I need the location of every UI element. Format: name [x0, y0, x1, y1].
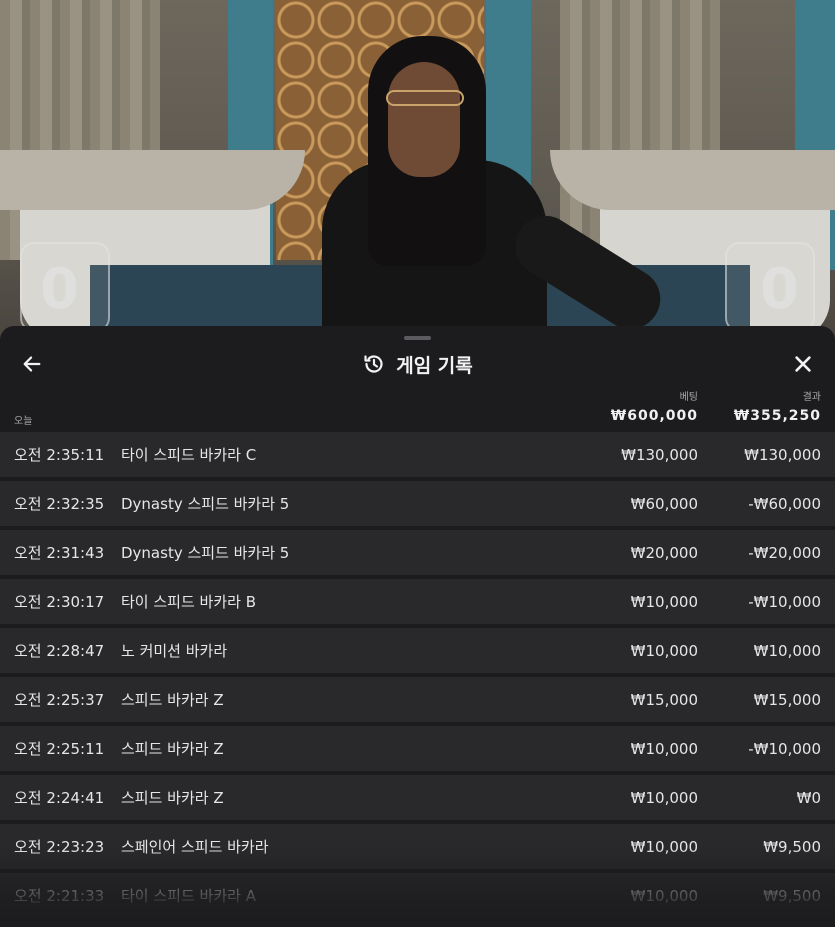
row-result: -₩20,000	[748, 543, 821, 562]
history-clock-icon	[364, 355, 383, 373]
row-time: 오전 2:25:11	[14, 740, 105, 758]
row-result: -₩60,000	[748, 494, 821, 513]
result-column-header: 결과	[802, 392, 821, 403]
row-result: -₩10,000	[748, 592, 821, 611]
row-result: ₩9,500	[763, 886, 821, 905]
drag-handle[interactable]	[404, 336, 431, 340]
history-row[interactable]: 오전 2:25:11 스피드 바카라 Z ₩10,000 -₩10,000	[0, 726, 835, 771]
shoe-count-right: 0	[760, 257, 799, 322]
row-bet: ₩15,000	[630, 690, 698, 709]
dealer-face	[388, 62, 460, 177]
live-dealer-video: 0 0	[0, 0, 835, 340]
row-result: ₩0	[796, 788, 821, 807]
row-time: 오전 2:32:35	[14, 495, 105, 513]
row-time: 오전 2:30:17	[14, 593, 105, 611]
row-game: Dynasty 스피드 바카라 5	[121, 544, 290, 562]
total-result: ₩355,250	[733, 408, 821, 424]
history-row[interactable]: 오전 2:31:43 Dynasty 스피드 바카라 5 ₩20,000 -₩2…	[0, 530, 835, 575]
row-game: 노 커미션 바카라	[121, 642, 228, 660]
row-time: 오전 2:31:43	[14, 544, 105, 562]
row-bet: ₩20,000	[630, 543, 698, 562]
history-row[interactable]: 오전 2:32:35 Dynasty 스피드 바카라 5 ₩60,000 -₩6…	[0, 481, 835, 526]
history-row[interactable]: 오전 2:21:33 타이 스피드 바카라 A ₩10,000 ₩9,500	[0, 873, 835, 918]
close-x-icon	[795, 356, 811, 372]
bet-column-header: 베팅	[679, 392, 698, 403]
row-bet: ₩10,000	[630, 886, 698, 905]
table-top-right	[550, 150, 835, 210]
sheet-title-group: 게임 기록	[0, 346, 835, 382]
dealer-glasses	[386, 90, 464, 106]
history-row[interactable]: 오전 2:24:41 스피드 바카라 Z ₩10,000 ₩0	[0, 775, 835, 820]
row-game: 타이 스피드 바카라 A	[121, 887, 256, 905]
row-game: 스피드 바카라 Z	[121, 789, 224, 807]
history-list: 오전 2:35:11 타이 스피드 바카라 C ₩130,000 ₩130,00…	[0, 432, 835, 922]
row-time: 오전 2:28:47	[14, 642, 105, 660]
row-result: -₩10,000	[748, 739, 821, 758]
row-time: 오전 2:21:33	[14, 887, 105, 905]
sheet-header: 게임 기록	[0, 346, 835, 382]
row-game: Dynasty 스피드 바카라 5	[121, 495, 290, 513]
history-row[interactable]: 오전 2:28:47 노 커미션 바카라 ₩10,000 ₩10,000	[0, 628, 835, 673]
row-game: 타이 스피드 바카라 B	[121, 593, 256, 611]
row-time: 오전 2:23:23	[14, 838, 105, 856]
row-bet: ₩10,000	[630, 739, 698, 758]
row-time: 오전 2:24:41	[14, 789, 105, 807]
history-row[interactable]: 오전 2:25:37 스피드 바카라 Z ₩15,000 ₩15,000	[0, 677, 835, 722]
row-bet: ₩10,000	[630, 788, 698, 807]
history-row[interactable]: 오전 2:23:23 스페인어 스피드 바카라 ₩10,000 ₩9,500	[0, 824, 835, 869]
row-game: 스페인어 스피드 바카라	[121, 838, 269, 856]
row-bet: ₩130,000	[621, 445, 698, 464]
day-group-label: 오늘	[14, 416, 33, 427]
row-result: ₩130,000	[744, 445, 821, 464]
row-result: ₩9,500	[763, 837, 821, 856]
table-top-left	[0, 150, 305, 210]
page-title: 게임 기록	[396, 354, 473, 377]
row-bet: ₩10,000	[630, 837, 698, 856]
row-bet: ₩10,000	[630, 641, 698, 660]
row-game: 타이 스피드 바카라 C	[121, 446, 257, 464]
row-result: ₩10,000	[753, 641, 821, 660]
row-time: 오전 2:35:11	[14, 446, 105, 464]
game-history-sheet: 게임 기록 베팅 결과 오늘 ₩600,000 ₩355,250 오전 2:35…	[0, 326, 835, 927]
row-game: 스피드 바카라 Z	[121, 740, 224, 758]
row-bet: ₩10,000	[630, 592, 698, 611]
row-game: 스피드 바카라 Z	[121, 691, 224, 709]
close-button[interactable]	[785, 346, 821, 382]
history-row[interactable]: 오전 2:35:11 타이 스피드 바카라 C ₩130,000 ₩130,00…	[0, 432, 835, 477]
total-bet: ₩600,000	[610, 408, 698, 424]
row-bet: ₩60,000	[630, 494, 698, 513]
shoe-count-left: 0	[40, 257, 79, 322]
row-result: ₩15,000	[753, 690, 821, 709]
history-row[interactable]: 오전 2:30:17 타이 스피드 바카라 B ₩10,000 -₩10,000	[0, 579, 835, 624]
row-time: 오전 2:25:37	[14, 691, 105, 709]
